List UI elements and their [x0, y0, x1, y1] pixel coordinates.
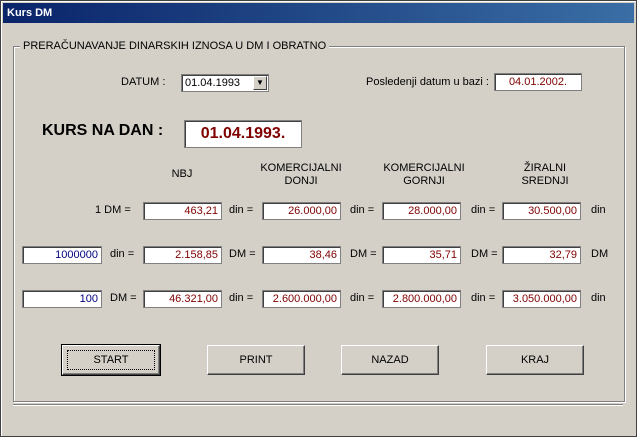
row2-unit1: DM =	[229, 248, 256, 260]
last-date-label: Posledenji datum u bazi :	[366, 76, 489, 88]
kurs-na-dan-label: KURS NA DAN :	[42, 122, 164, 139]
row1-donji-field: 26.000,00	[262, 202, 341, 220]
row2-unit4: DM	[591, 248, 609, 260]
row2-ziralni-field: 32,79	[502, 246, 581, 264]
row3-donji-field: 2.600.000,00	[262, 290, 341, 308]
row1-gornji-field: 28.000,00	[382, 202, 461, 220]
row3-unit4: din	[591, 292, 606, 304]
bottom-strip	[13, 404, 623, 423]
row1-nbj-field: 463,21	[143, 202, 222, 220]
row3-unit1: din =	[229, 292, 254, 304]
row3-ziralni-field: 3.050.000,00	[502, 290, 581, 308]
start-button[interactable]: START	[61, 344, 161, 376]
row2-label: din =	[110, 248, 135, 260]
din-amount-input[interactable]: 1000000	[22, 246, 102, 264]
row1-unit3: din =	[471, 204, 496, 216]
row1-unit4: din	[591, 204, 606, 216]
group-title: PRERAČUNAVANJE DINARSKIH IZNOSA U DM I O…	[20, 40, 330, 52]
row2-unit2: DM =	[350, 248, 377, 260]
row3-unit2: din =	[350, 292, 375, 304]
datum-value: 01.04.1993	[185, 77, 241, 89]
col-kom-donji-1: KOMERCIJALNI	[260, 162, 342, 174]
row1-label: 1 DM =	[95, 204, 131, 216]
col-nbj: NBJ	[171, 168, 193, 180]
dm-amount-input[interactable]: 100	[22, 290, 102, 308]
row2-unit3: DM =	[471, 248, 498, 260]
kurs-date-display: 01.04.1993.	[184, 120, 302, 148]
row3-unit3: din =	[471, 292, 496, 304]
print-button[interactable]: PRINT	[207, 345, 305, 375]
col-kom-donji-2: DONJI	[284, 175, 318, 187]
row2-nbj-field: 2.158,85	[143, 246, 222, 264]
col-kom-gornji-2: GORNJI	[403, 175, 445, 187]
row3-gornji-field: 2.800.000,00	[382, 290, 461, 308]
row2-donji-field: 38,46	[262, 246, 341, 264]
kraj-button-label: KRAJ	[520, 354, 550, 366]
last-date-field: 04.01.2002.	[494, 73, 582, 91]
col-ziralni-2: SREDNJI	[521, 175, 569, 187]
kraj-button[interactable]: KRAJ	[486, 345, 584, 375]
datum-label: DATUM :	[121, 76, 166, 88]
chevron-down-icon[interactable]: ▼	[253, 76, 267, 90]
row1-unit1: din =	[229, 204, 254, 216]
col-ziralni-1: ŽIRALNI	[523, 162, 567, 174]
nazad-button-label: NAZAD	[371, 354, 409, 366]
row1-unit2: din =	[350, 204, 375, 216]
print-button-label: PRINT	[239, 354, 273, 366]
datum-combo[interactable]: 01.04.1993 ▼	[181, 74, 269, 92]
title-bar[interactable]: Kurs DM	[3, 3, 634, 23]
row2-gornji-field: 35,71	[382, 246, 461, 264]
row3-nbj-field: 46.321,00	[143, 290, 222, 308]
row1-ziralni-field: 30.500,00	[502, 202, 581, 220]
focus-rect	[67, 350, 155, 370]
row3-label: DM =	[110, 292, 137, 304]
col-kom-gornji-1: KOMERCIJALNI	[383, 162, 465, 174]
nazad-button[interactable]: NAZAD	[341, 345, 439, 375]
